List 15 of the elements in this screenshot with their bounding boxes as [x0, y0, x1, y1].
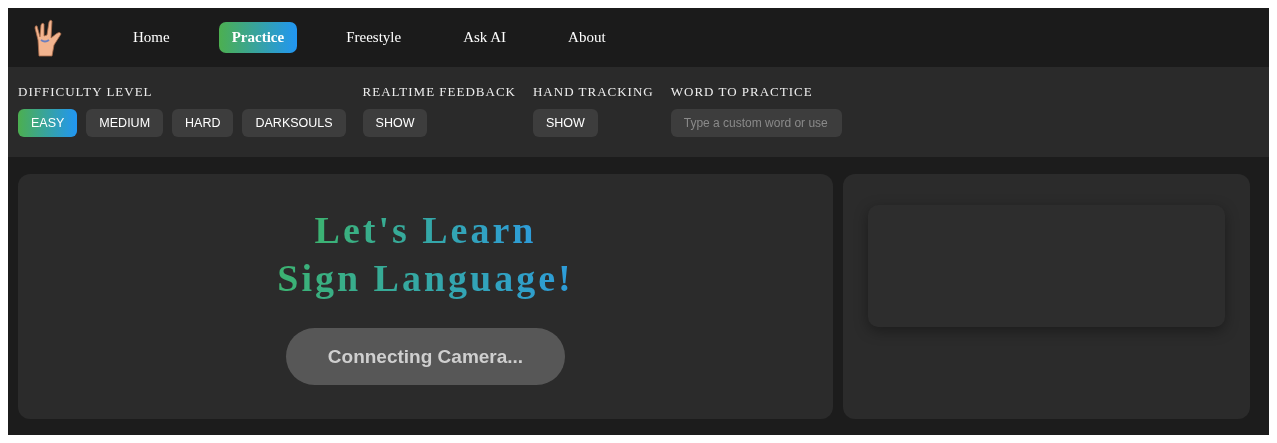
option-button[interactable]: SHOW: [362, 109, 428, 137]
nav-link[interactable]: Home: [120, 22, 183, 53]
option-button[interactable]: DARKSOULS: [242, 109, 346, 137]
word-input-field[interactable]: Type a custom word or use: [670, 109, 842, 137]
nav-link[interactable]: Ask AI: [450, 22, 520, 53]
option-button[interactable]: SHOW: [533, 109, 598, 137]
option-button[interactable]: MEDIUM: [86, 109, 164, 137]
option-button[interactable]: HARD: [172, 109, 234, 137]
group-label: DIFFICULTY LEVEL: [18, 84, 154, 100]
group-label: HAND TRACKING: [533, 84, 654, 100]
nav-link[interactable]: Freestyle: [333, 22, 415, 53]
group-label: WORD TO PRACTICE: [670, 84, 814, 100]
camera-status-pill: Connecting Camera...: [286, 328, 565, 385]
nav-link[interactable]: About: [555, 22, 619, 53]
group-label: REALTIME FEEDBACK: [362, 84, 516, 100]
